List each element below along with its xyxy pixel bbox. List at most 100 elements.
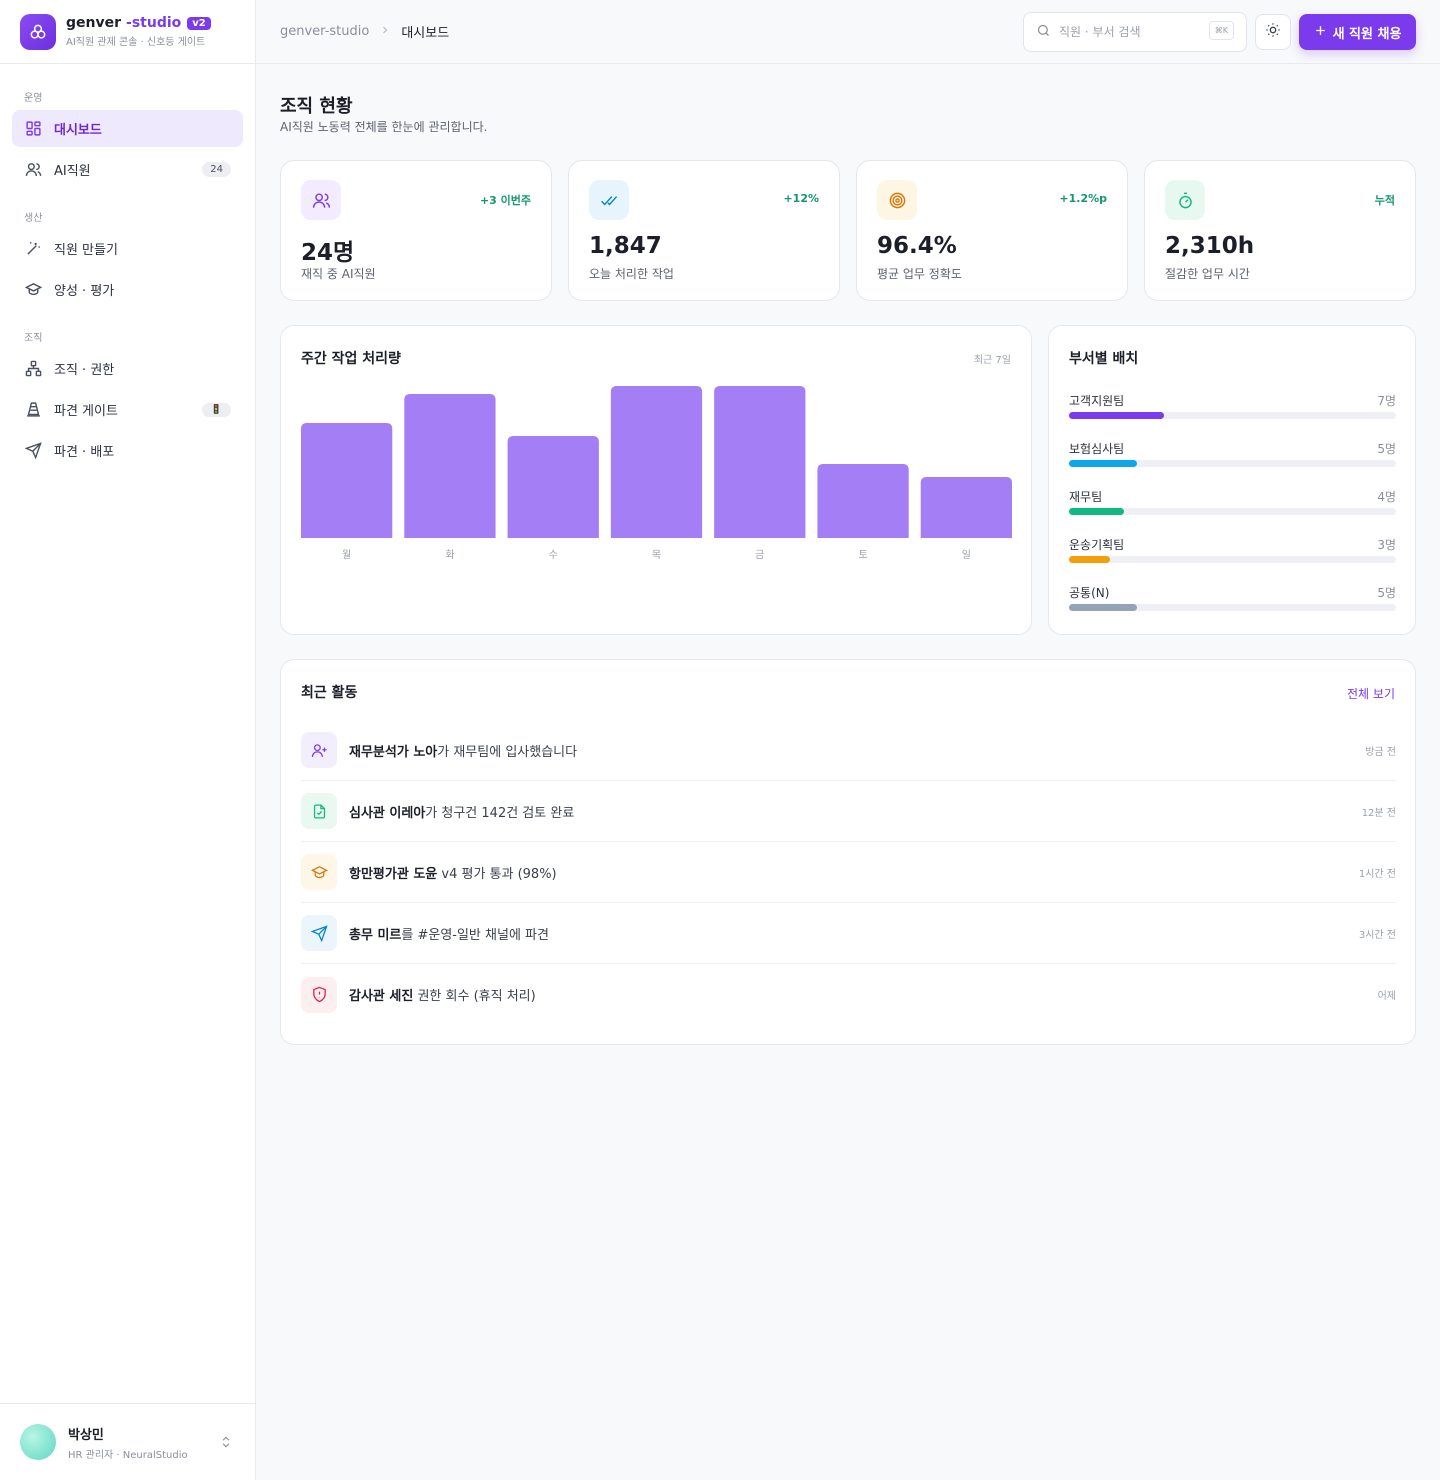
- chart-bar[interactable]: [610, 386, 703, 538]
- sidebar: genver -studio v2 AI직원 관제 콘솔 · 신호등 게이트 운…: [0, 0, 256, 1480]
- users-icon: [301, 180, 341, 220]
- user-plus-icon: [301, 732, 337, 768]
- chart-bar[interactable]: [817, 464, 909, 538]
- x-tick-label: 일: [962, 549, 971, 561]
- breadcrumb: genver-studio 대시보드: [280, 22, 449, 41]
- brand[interactable]: genver -studio v2 AI직원 관제 콘솔 · 신호등 게이트: [0, 0, 255, 64]
- chevron-up-down-icon[interactable]: [219, 1434, 233, 1454]
- user-role: HR 관리자 · NeuralStudio: [68, 1449, 188, 1461]
- nav-section-operations: 운영: [24, 93, 43, 104]
- breadcrumb-root[interactable]: genver-studio: [280, 24, 369, 39]
- department-count: 7명: [1377, 394, 1396, 408]
- department-progress-fill: [1069, 556, 1110, 563]
- chart-bar[interactable]: [920, 477, 1012, 538]
- send-icon: [301, 915, 337, 951]
- activity-time: 12분 전: [1361, 807, 1396, 819]
- card-title: 부서별 배치: [1069, 351, 1139, 367]
- target-icon: [877, 180, 917, 220]
- card-title: 최근 활동: [301, 685, 358, 701]
- search-input[interactable]: [1059, 25, 1199, 39]
- chart-bar[interactable]: [714, 386, 806, 538]
- weekly-throughput-card: 주간 작업 처리량 최근 7일 월 화 수 목 금 토 일: [280, 325, 1032, 635]
- stat-label: 절감한 업무 시간: [1165, 267, 1250, 281]
- activity-row[interactable]: 감사관 세진 권한 회수 (휴직 처리) 어제: [301, 964, 1396, 1025]
- x-tick-label: 화: [445, 549, 454, 561]
- sidebar-item-label: 직원 만들기: [54, 243, 118, 258]
- department-progress-fill: [1069, 508, 1124, 515]
- dashboard-icon: [24, 120, 42, 138]
- stat-label: 오늘 처리한 작업: [589, 267, 674, 281]
- graduation-cap-icon: [24, 281, 42, 299]
- sidebar-item-org-permissions[interactable]: 조직 · 권한: [12, 350, 243, 387]
- activity-row[interactable]: 재무분석가 노아가 재무팀에 입사했습니다 방금 전: [301, 720, 1396, 781]
- sidebar-item-label: 양성 · 평가: [54, 284, 115, 299]
- sidebar-item-training[interactable]: 양성 · 평가: [12, 271, 243, 308]
- nav-section-production: 생산: [24, 213, 43, 224]
- staff-count-badge: 24: [202, 162, 231, 177]
- card-title: 주간 작업 처리량: [301, 351, 401, 367]
- cone-icon: [24, 401, 42, 419]
- department-progress-track: [1069, 412, 1396, 419]
- activity-actor: 감사관 세진: [349, 989, 414, 1004]
- nav-section-organization: 조직: [24, 333, 43, 344]
- department-progress-fill: [1069, 460, 1138, 467]
- chevron-right-icon: [379, 24, 391, 40]
- activity-actor: 심사관 이레아: [349, 805, 426, 821]
- hire-new-staff-button[interactable]: 새 직원 채용: [1299, 14, 1416, 50]
- department-name: 공통(N): [1069, 586, 1110, 600]
- department-allocation-card: 부서별 배치 고객지원팀 7명 보험심사팀 5명 재무팀 4명 운송기획팀 3명 공통(N) 5명: [1048, 325, 1416, 635]
- search-box[interactable]: ⌘K: [1023, 12, 1247, 52]
- stat-label: 평균 업무 정확도: [877, 267, 962, 281]
- org-chart-icon: [24, 360, 42, 378]
- page-title: 조직 현황: [280, 96, 353, 117]
- activity-actor: 재무분석가 노아: [349, 744, 438, 760]
- user-name: 박상민: [68, 1427, 104, 1443]
- sidebar-item-create-staff[interactable]: 직원 만들기: [12, 230, 243, 267]
- sidebar-item-label: 파견 · 배포: [54, 445, 115, 460]
- sidebar-item-label: 조직 · 권한: [54, 363, 115, 378]
- activity-row[interactable]: 총무 미르를 #운영-일반 채널에 파견 3시간 전: [301, 903, 1396, 964]
- sidebar-item-ai-staff[interactable]: AI직원 24: [12, 151, 243, 188]
- sidebar-item-deploy[interactable]: 파견 · 배포: [12, 432, 243, 469]
- activity-time: 어제: [1377, 991, 1396, 1002]
- activity-actor: 항만평가관 도윤: [349, 866, 438, 882]
- weekly-bar-chart: 월화수목금토일: [301, 386, 1012, 561]
- breadcrumb-current: 대시보드: [401, 26, 450, 41]
- file-check-icon: [301, 793, 337, 829]
- double-check-icon: [589, 180, 629, 220]
- department-name: 보험심사팀: [1069, 442, 1125, 456]
- department-count: 3명: [1377, 538, 1396, 552]
- department-progress-track: [1069, 508, 1396, 515]
- department-progress-fill: [1069, 604, 1138, 611]
- activity-row[interactable]: 항만평가관 도윤 v4 평가 통과 (98%) 1시간 전: [301, 842, 1396, 903]
- magic-wand-icon: [24, 240, 42, 258]
- department-progress-track: [1069, 556, 1396, 563]
- activity-row[interactable]: 심사관 이레아가 청구건 142건 검토 완료 12분 전: [301, 781, 1396, 842]
- brand-subtitle: AI직원 관제 콘솔 · 신호등 게이트: [66, 37, 206, 48]
- sidebar-item-dispatch-gate[interactable]: 파견 게이트 🚦: [12, 391, 243, 428]
- x-tick-label: 월: [342, 549, 351, 561]
- activity-text: 항만평가관 도윤 v4 평가 통과 (98%): [349, 866, 557, 882]
- sidebar-item-dashboard[interactable]: 대시보드: [12, 110, 243, 147]
- theme-toggle-button[interactable]: [1255, 14, 1291, 50]
- activity-text: 재무분석가 노아가 재무팀에 입사했습니다: [349, 744, 578, 760]
- stat-card-staff: +3 이번주 24명 재직 중 AI직원: [280, 160, 552, 301]
- page-subtitle: AI직원 노동력 전체를 한눈에 관리합니다.: [280, 120, 488, 134]
- brand-logo-icon: [20, 13, 56, 50]
- x-tick-label: 토: [858, 550, 867, 561]
- activity-time: 방금 전: [1365, 746, 1396, 758]
- activity-text: 감사관 세진 권한 회수 (휴직 처리): [349, 989, 536, 1004]
- stat-card-tasks: +12% 1,847 오늘 처리한 작업: [568, 160, 840, 301]
- sidebar-item-label: 대시보드: [54, 123, 102, 138]
- department-progress-fill: [1069, 412, 1165, 419]
- plus-icon: [1314, 24, 1327, 41]
- avatar: [20, 1424, 56, 1460]
- user-profile[interactable]: 박상민 HR 관리자 · NeuralStudio: [0, 1403, 255, 1480]
- chart-bar[interactable]: [301, 423, 393, 538]
- view-all-link[interactable]: 전체 보기: [1347, 685, 1395, 702]
- chart-bar[interactable]: [404, 394, 496, 538]
- stat-value: 1,847: [589, 233, 662, 259]
- activity-text: 심사관 이레아가 청구건 142건 검토 완료: [349, 805, 575, 821]
- x-tick-label: 목: [652, 549, 661, 561]
- chart-bar[interactable]: [507, 436, 599, 538]
